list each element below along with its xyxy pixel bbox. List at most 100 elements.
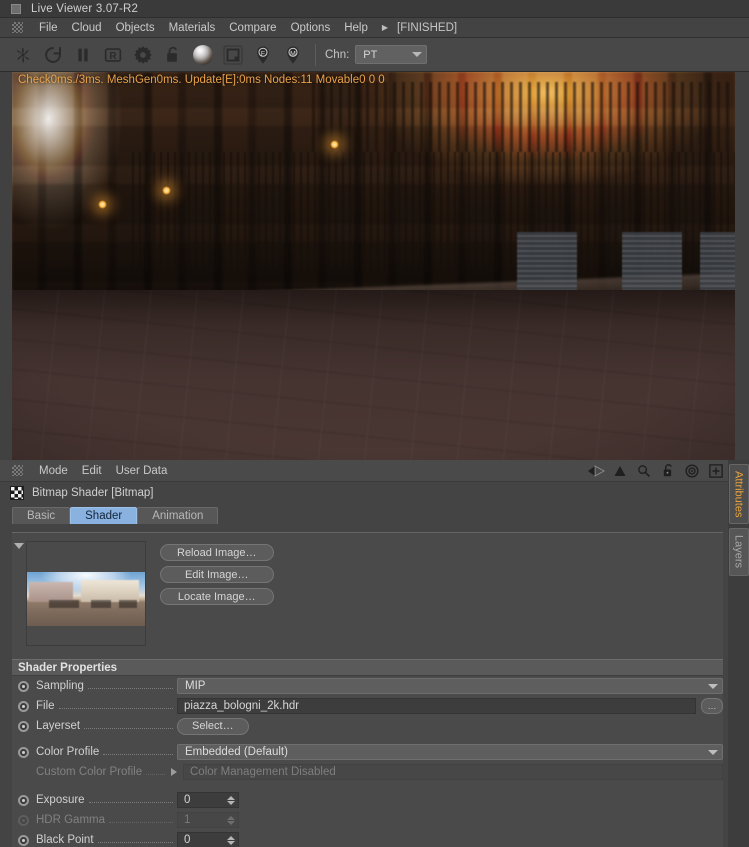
menu-mode[interactable]: Mode — [32, 464, 75, 478]
collapse-toggle[interactable] — [12, 541, 26, 655]
up-navigate-button[interactable] — [611, 462, 629, 480]
triangle-down-icon — [14, 543, 24, 549]
leader-dots — [97, 834, 173, 843]
fan-render-icon — [16, 47, 30, 63]
sampling-value: MIP — [185, 680, 206, 692]
image-action-buttons: Reload Image… Edit Image… Locate Image… — [146, 541, 274, 655]
drag-grip-icon[interactable] — [12, 465, 23, 476]
sampling-select[interactable]: MIP — [177, 678, 723, 694]
settings-button[interactable] — [128, 40, 158, 70]
image-preview-row: Reload Image… Edit Image… Locate Image… — [12, 533, 723, 655]
tab-basic[interactable]: Basic — [12, 507, 71, 524]
chevron-down-icon — [412, 52, 423, 57]
picture-viewer-button[interactable] — [218, 40, 248, 70]
black-point-label: Black Point — [36, 834, 94, 846]
triangle-right-icon[interactable] — [171, 768, 177, 776]
render-start-button[interactable] — [8, 40, 38, 70]
side-tab-attributes[interactable]: Attributes — [728, 464, 749, 525]
sampling-animate-radio[interactable] — [18, 680, 29, 692]
sphere-icon — [193, 44, 213, 65]
hdr-gamma-stepper — [227, 815, 235, 825]
hdr-gamma-animate-radio — [18, 814, 29, 826]
layerset-label: Layerset — [36, 720, 81, 732]
material-preview-button[interactable] — [188, 40, 218, 70]
add-tab-button[interactable] — [707, 462, 725, 480]
material-pin-button[interactable]: M — [278, 40, 308, 70]
shader-tab-content: Reload Image… Edit Image… Locate Image… … — [12, 532, 723, 847]
svg-text:F: F — [261, 50, 265, 57]
menu-cloud[interactable]: Cloud — [65, 21, 109, 35]
exposure-value: 0 — [184, 794, 191, 806]
menu-bar: File Cloud Objects Materials Compare Opt… — [0, 18, 749, 38]
reload-image-button[interactable]: Reload Image… — [160, 544, 274, 561]
title-bar: Live Viewer 3.07-R2 — [0, 0, 749, 18]
black-point-animate-radio[interactable] — [18, 834, 29, 846]
window-title: Live Viewer 3.07-R2 — [31, 2, 139, 15]
leader-dots — [58, 700, 173, 709]
pause-icon — [78, 48, 88, 61]
drag-grip-icon[interactable] — [12, 22, 23, 33]
file-label: File — [36, 700, 55, 712]
menu-user-data[interactable]: User Data — [109, 464, 175, 478]
layerset-select-button[interactable]: Select… — [177, 717, 249, 735]
refresh-button[interactable] — [38, 40, 68, 70]
region-render-button[interactable]: R — [98, 40, 128, 70]
chevron-right-icon[interactable]: ▶ — [375, 23, 395, 32]
attribute-manager: Mode Edit User Data Bitmap Shader [Bitma… — [0, 460, 749, 847]
side-tab-layers[interactable]: Layers — [728, 528, 749, 576]
menu-file[interactable]: File — [32, 21, 65, 35]
menu-objects[interactable]: Objects — [109, 21, 162, 35]
file-browse-button[interactable]: … — [701, 698, 723, 714]
exposure-input[interactable]: 0 — [177, 792, 239, 808]
lock-button[interactable] — [158, 40, 188, 70]
left-arrow-icon — [587, 464, 605, 477]
color-profile-value: Embedded (Default) — [185, 746, 288, 758]
hdri-panorama-thumbnail[interactable] — [26, 541, 146, 646]
menu-help[interactable]: Help — [337, 21, 375, 35]
svg-text:M: M — [290, 50, 296, 57]
open-padlock-icon — [663, 464, 672, 477]
target-button[interactable] — [683, 462, 701, 480]
focus-pin-button[interactable]: F — [248, 40, 278, 70]
menu-materials[interactable]: Materials — [162, 21, 223, 35]
exposure-stepper[interactable] — [227, 795, 235, 805]
layerset-animate-radio[interactable] — [18, 720, 29, 732]
color-profile-animate-radio[interactable] — [18, 746, 29, 758]
magnifier-icon — [638, 464, 650, 477]
tab-animation[interactable]: Animation — [137, 507, 219, 524]
file-input[interactable]: piazza_bologni_2k.hdr — [177, 698, 696, 714]
menu-edit[interactable]: Edit — [75, 464, 109, 478]
sampling-label: Sampling — [36, 680, 84, 692]
property-row-sampling: Sampling MIP — [12, 676, 723, 696]
leader-dots — [146, 766, 165, 775]
viewer-toolbar: R F M Chn: PT — [0, 38, 749, 72]
edit-image-button[interactable]: Edit Image… — [160, 566, 274, 583]
exposure-label: Exposure — [36, 794, 85, 806]
black-point-stepper[interactable] — [227, 835, 235, 845]
svg-text:R: R — [109, 51, 117, 62]
tab-shader[interactable]: Shader — [70, 507, 138, 524]
file-animate-radio[interactable] — [18, 700, 29, 712]
pin-f-icon: F — [257, 45, 269, 64]
menu-compare[interactable]: Compare — [222, 21, 283, 35]
framed-image-icon — [223, 44, 243, 65]
exposure-animate-radio[interactable] — [18, 794, 29, 806]
menu-options[interactable]: Options — [284, 21, 338, 35]
black-point-input[interactable]: 0 — [177, 832, 239, 847]
render-viewport[interactable]: Check0ms./3ms. MeshGen0ms. Update[E]:0ms… — [0, 72, 749, 460]
search-button[interactable] — [635, 462, 653, 480]
color-profile-label: Color Profile — [36, 746, 100, 758]
property-row-black-point: Black Point 0 — [12, 830, 723, 847]
leader-dots — [84, 720, 173, 729]
color-profile-select[interactable]: Embedded (Default) — [177, 744, 723, 760]
locate-image-button[interactable]: Locate Image… — [160, 588, 274, 605]
channel-select[interactable]: PT — [355, 45, 428, 64]
object-title: Bitmap Shader [Bitmap] — [32, 487, 154, 499]
hdr-gamma-input: 1 — [177, 812, 239, 828]
lock-attributes-button[interactable] — [659, 462, 677, 480]
leader-dots — [109, 814, 173, 823]
leader-dots — [87, 680, 173, 689]
r-box-icon: R — [104, 47, 122, 62]
pause-button[interactable] — [68, 40, 98, 70]
back-navigate-button[interactable] — [587, 462, 605, 480]
